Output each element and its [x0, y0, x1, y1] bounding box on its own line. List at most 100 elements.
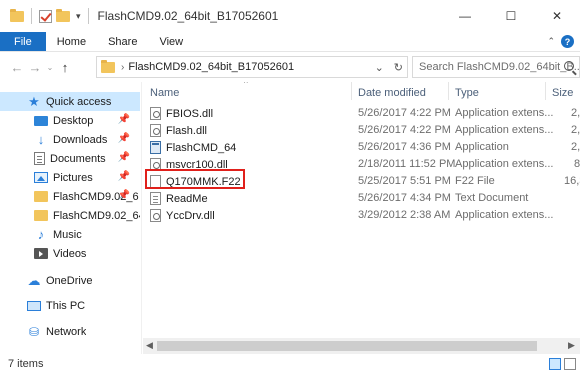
column-divider[interactable]: [545, 82, 546, 100]
file-row[interactable]: YccDrv.dll 3/29/2012 2:38 AM Application…: [143, 207, 580, 223]
pictures-icon: [34, 172, 48, 183]
desktop-icon: [34, 115, 48, 126]
sidebar-item-label: Downloads: [53, 133, 108, 146]
file-type: F22 File: [455, 175, 495, 187]
qat-dropdown-icon[interactable]: ▾: [76, 11, 81, 22]
maximize-button[interactable]: ☐: [488, 0, 534, 32]
tab-share[interactable]: Share: [97, 32, 148, 51]
sidebar-item-desktop[interactable]: Desktop 📌: [0, 111, 140, 130]
pin-icon[interactable]: 📌: [118, 171, 130, 182]
file-type: Text Document: [455, 192, 529, 204]
file-date: 5/26/2017 4:22 PM: [358, 107, 451, 119]
highlight-box: [145, 169, 245, 189]
close-button[interactable]: ✕: [534, 0, 580, 32]
sidebar-item-downloads[interactable]: ↓ Downloads 📌: [0, 130, 140, 149]
ribbon-tabs: File Home Share View ⌃ ?: [0, 32, 580, 52]
sidebar-item-label: This PC: [46, 299, 86, 312]
column-divider[interactable]: [448, 82, 449, 100]
sidebar-item-music[interactable]: ♪ Music: [0, 225, 140, 244]
sidebar-item-network[interactable]: ⛁ Network: [0, 322, 140, 341]
column-header-size[interactable]: Size: [552, 87, 573, 99]
sidebar-item-label: Documents: [50, 152, 106, 165]
file-row[interactable]: Flash.dll 5/26/2017 4:22 PM Application …: [143, 122, 580, 138]
minimize-button[interactable]: —: [442, 0, 488, 32]
pin-icon[interactable]: 📌: [118, 133, 130, 144]
music-icon: ♪: [37, 226, 45, 242]
file-date: 5/26/2017 4:34 PM: [358, 192, 451, 204]
file-name: FlashCMD_64: [166, 141, 237, 154]
quick-access-toolbar: ▾: [0, 8, 92, 24]
help-icon[interactable]: ?: [561, 35, 574, 48]
sidebar-item-flashcmd[interactable]: FlashCMD9.02_64bi: [0, 206, 140, 225]
file-date: 5/26/2017 4:36 PM: [358, 141, 451, 153]
scrollbar-thumb[interactable]: [157, 341, 537, 351]
details-view-icon[interactable]: [549, 358, 561, 370]
address-text[interactable]: FlashCMD9.02_64bit_B17052601: [128, 61, 294, 73]
dll-icon: [150, 124, 161, 137]
horizontal-scrollbar[interactable]: ◀ ▶: [143, 338, 580, 354]
pin-icon[interactable]: 📌: [118, 152, 130, 163]
sidebar-item-label: Quick access: [46, 95, 112, 108]
tab-view[interactable]: View: [148, 32, 194, 51]
sidebar-item-videos[interactable]: Videos: [0, 244, 140, 263]
forward-button[interactable]: →: [26, 60, 44, 75]
star-icon: ★: [28, 93, 40, 109]
sidebar-item-pictures[interactable]: Pictures 📌: [0, 168, 140, 187]
document-icon: [34, 152, 45, 165]
address-dropdown-icon[interactable]: ⌄: [375, 61, 384, 74]
file-type: Application extens...: [455, 209, 554, 221]
navigation-bar: ← → ⌄ ↑ › FlashCMD9.02_64bit_B17052601 ⌄…: [0, 52, 580, 82]
sidebar-item-flashcmd-pinned[interactable]: FlashCMD9.02_6 📌: [0, 187, 140, 206]
file-size: 2,: [571, 141, 580, 153]
tab-file[interactable]: File: [0, 32, 46, 51]
file-type: Application extens...: [455, 107, 554, 119]
file-name-cell: FlashCMD_64: [150, 141, 236, 154]
file-name-cell: Flash.dll: [150, 124, 207, 137]
pin-icon[interactable]: 📌: [118, 114, 130, 125]
search-icon[interactable]: [564, 61, 574, 71]
search-input[interactable]: Search FlashCMD9.02_64bit_B...: [419, 61, 579, 73]
properties-icon[interactable]: [39, 9, 52, 23]
chevron-right-icon[interactable]: ›: [121, 62, 124, 73]
navigation-pane: ★ Quick access Desktop 📌 ↓ Downloads 📌 D…: [0, 82, 142, 354]
sort-ascending-icon: ^: [244, 82, 248, 88]
column-header-date[interactable]: Date modified: [358, 87, 426, 99]
file-row[interactable]: ReadMe 5/26/2017 4:34 PM Text Document: [143, 190, 580, 206]
search-box[interactable]: Search FlashCMD9.02_64bit_B...: [412, 56, 580, 78]
column-headers: ^ Name Date modified Type Size: [143, 82, 580, 100]
tab-home[interactable]: Home: [46, 32, 97, 51]
folder-icon: [34, 191, 48, 202]
ribbon-right: ⌃ ?: [547, 32, 580, 51]
file-size: 8: [574, 158, 580, 170]
ribbon-expand-icon[interactable]: ⌃: [547, 36, 555, 47]
scroll-left-button[interactable]: ◀: [146, 340, 153, 351]
file-row[interactable]: FlashCMD_64 5/26/2017 4:36 PM Applicatio…: [143, 139, 580, 155]
sidebar-item-onedrive[interactable]: ☁ OneDrive: [0, 271, 140, 290]
column-header-type[interactable]: Type: [455, 87, 479, 99]
computer-icon: [27, 300, 41, 311]
sidebar-item-this-pc[interactable]: This PC: [0, 296, 140, 315]
file-row[interactable]: FBIOS.dll 5/26/2017 4:22 PM Application …: [143, 105, 580, 121]
file-date: 2/18/2011 11:52 PM: [358, 158, 456, 170]
pin-icon[interactable]: 📌: [118, 190, 130, 201]
refresh-icon[interactable]: ↻: [394, 61, 403, 74]
sidebar-item-quick-access[interactable]: ★ Quick access: [0, 92, 140, 111]
large-icons-view-icon[interactable]: [564, 358, 576, 370]
dll-icon: [150, 107, 161, 120]
column-header-name[interactable]: Name: [150, 87, 179, 99]
view-toggle: [549, 358, 576, 370]
file-name-cell: ReadMe: [150, 192, 208, 205]
up-button[interactable]: ↑: [56, 60, 74, 75]
file-size: 2,: [571, 107, 580, 119]
column-divider[interactable]: [351, 82, 352, 100]
sidebar-item-documents[interactable]: Documents 📌: [0, 149, 140, 168]
back-button[interactable]: ←: [8, 60, 26, 75]
new-folder-icon[interactable]: [56, 8, 70, 22]
folder-icon: [10, 8, 24, 22]
scroll-right-button[interactable]: ▶: [568, 340, 575, 351]
sidebar-item-label: Desktop: [53, 114, 94, 127]
file-name-cell: YccDrv.dll: [150, 209, 215, 222]
address-bar[interactable]: › FlashCMD9.02_64bit_B17052601 ⌄ ↻: [96, 56, 408, 78]
recent-locations-button[interactable]: ⌄: [44, 63, 56, 72]
sidebar-item-label: FlashCMD9.02_64bi: [53, 209, 140, 222]
